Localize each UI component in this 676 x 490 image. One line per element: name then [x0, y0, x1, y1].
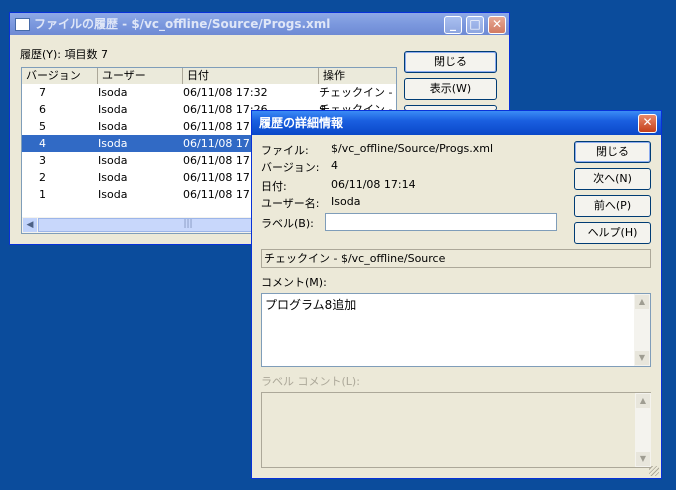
history-title: ファイルの履歴 - $/vc_offline/Source/Progs.xml — [34, 17, 331, 31]
label-label: ラベル(B): — [261, 217, 314, 230]
label-comment-scrollbar: ▲ ▼ — [635, 393, 651, 467]
column-header-date[interactable]: 日付 — [183, 68, 319, 84]
close-icon[interactable]: ✕ — [488, 16, 506, 34]
scroll-up-icon[interactable]: ▲ — [635, 295, 649, 309]
scroll-left-icon[interactable]: ◀ — [23, 218, 37, 232]
date-label: 日付: — [261, 180, 287, 193]
label-input[interactable] — [325, 213, 557, 231]
minimize-icon[interactable]: _ — [444, 16, 462, 34]
comment-text: プログラム8追加 — [265, 298, 357, 312]
resize-grip-icon[interactable] — [649, 466, 659, 476]
scroll-down-icon[interactable]: ▼ — [635, 351, 649, 365]
column-header-version[interactable]: バージョン — [22, 68, 98, 84]
close-icon[interactable]: ✕ — [638, 114, 657, 133]
history-count-label: 履歴(Y): 項目数 7 — [20, 48, 108, 61]
history-titlebar[interactable]: ファイルの履歴 - $/vc_offline/Source/Progs.xml … — [10, 13, 509, 35]
window-icon — [15, 18, 30, 31]
column-header-action[interactable]: 操作 — [319, 68, 396, 84]
next-button[interactable]: 次へ(N) — [574, 168, 651, 190]
help-button[interactable]: ヘルプ(H) — [574, 222, 651, 244]
action-field: チェックイン - $/vc_offline/Source — [261, 249, 651, 268]
table-row[interactable]: 7 Isoda 06/11/08 17:32 チェックイン - $ — [22, 84, 396, 116]
date-value: 06/11/08 17:14 — [331, 178, 416, 191]
user-value: Isoda — [331, 195, 361, 208]
comment-scrollbar[interactable]: ▲ ▼ — [634, 294, 650, 366]
detail-title: 履歴の詳細情報 — [259, 116, 344, 130]
label-comment-label: ラベル コメント(L): — [261, 375, 360, 388]
detail-window: 履歴の詳細情報 ✕ ファイル: $/vc_offline/Source/Prog… — [251, 110, 662, 479]
maximize-icon[interactable]: □ — [466, 16, 484, 34]
label-comment-textarea — [261, 392, 651, 468]
version-label: バージョン: — [261, 161, 320, 174]
scroll-down-icon: ▼ — [636, 452, 650, 466]
prev-button[interactable]: 前へ(P) — [574, 195, 651, 217]
history-close-button[interactable]: 閉じる — [404, 51, 497, 73]
detail-titlebar[interactable]: 履歴の詳細情報 ✕ — [252, 111, 661, 135]
file-label: ファイル: — [261, 144, 309, 157]
version-value: 4 — [331, 159, 338, 172]
detail-close-button[interactable]: 閉じる — [574, 141, 651, 163]
comment-label: コメント(M): — [261, 276, 327, 289]
scroll-up-icon: ▲ — [636, 394, 650, 408]
user-label: ユーザー名: — [261, 197, 320, 210]
column-header-user[interactable]: ユーザー — [98, 68, 183, 84]
show-button[interactable]: 表示(W) — [404, 78, 497, 100]
comment-textarea[interactable]: プログラム8追加 ▲ ▼ — [261, 293, 651, 367]
file-value: $/vc_offline/Source/Progs.xml — [331, 142, 494, 155]
